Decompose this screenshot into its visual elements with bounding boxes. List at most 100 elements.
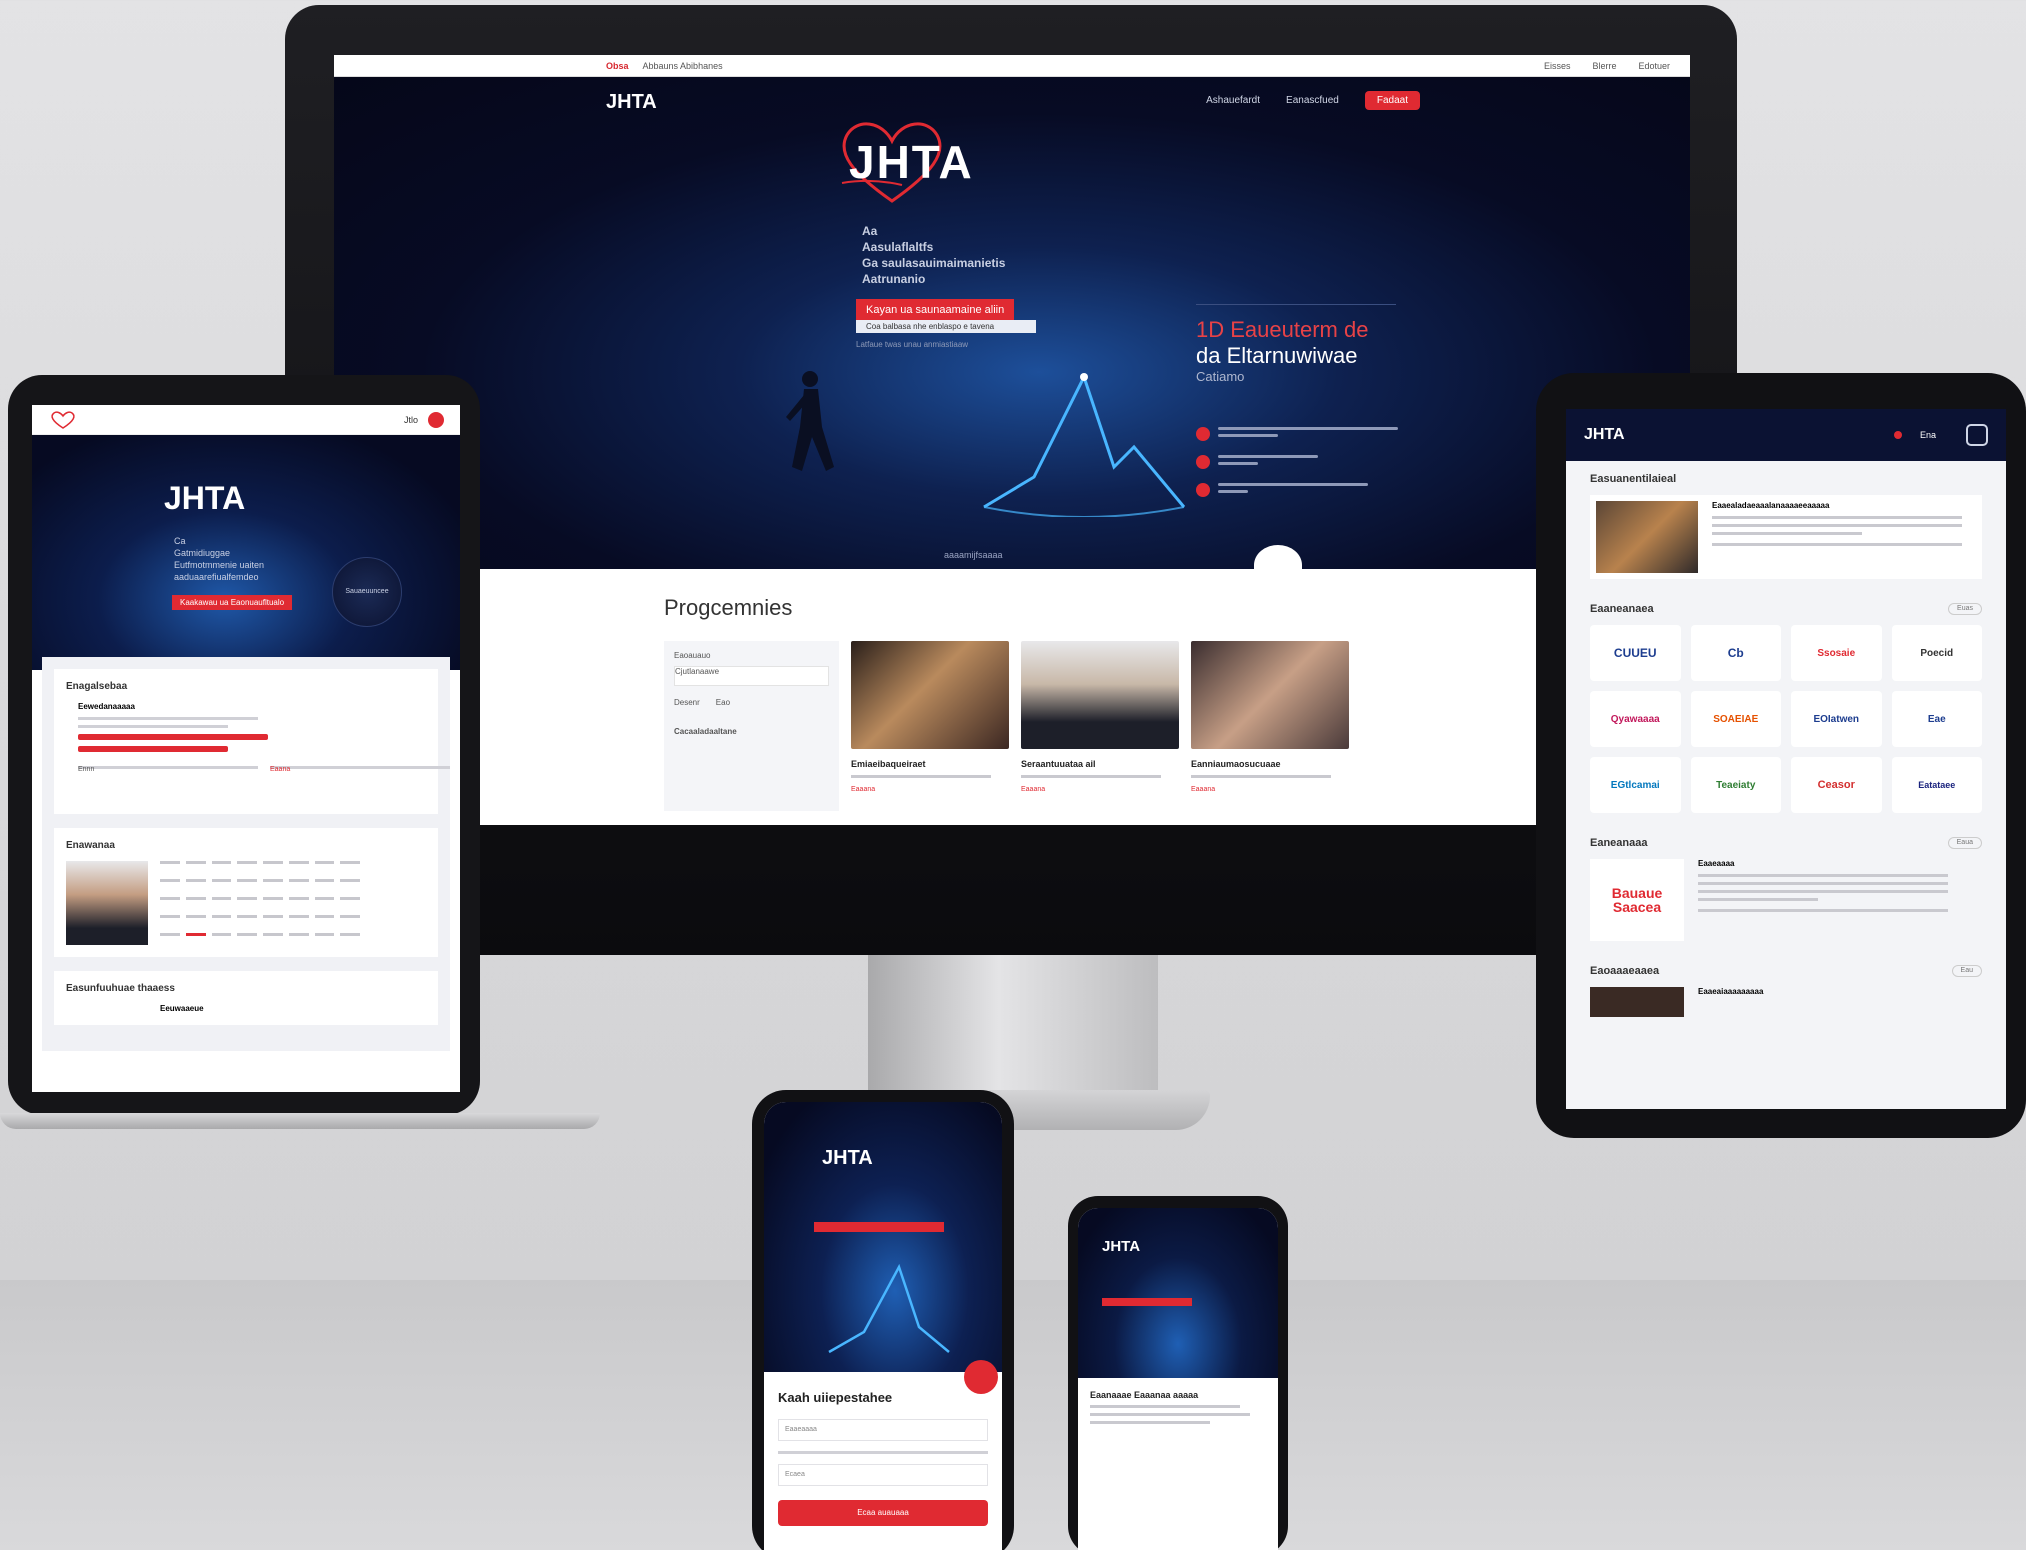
partner-logo[interactable]: Eatataee bbox=[1891, 757, 1982, 813]
partner-logo[interactable]: Poecid bbox=[1891, 625, 1982, 681]
topbar-link-2[interactable]: Blerre bbox=[1592, 61, 1616, 71]
event-tag bbox=[1698, 909, 1948, 912]
left-tablet-section: Enawanaa bbox=[54, 828, 438, 957]
avatar[interactable] bbox=[428, 411, 444, 428]
programme-card[interactable]: Seraantuuataa ail Eaaana bbox=[1021, 641, 1179, 811]
subtitle-line: Ca bbox=[174, 536, 186, 546]
scroll-badge[interactable] bbox=[1254, 545, 1302, 569]
programme-photo bbox=[851, 641, 1009, 749]
nav-item-1[interactable]: Ashauefardt bbox=[1206, 95, 1260, 106]
doc-card[interactable]: Eaaeaiaaaaaaaaa bbox=[1590, 987, 1982, 1017]
programme-link[interactable]: Eaaana bbox=[851, 786, 1009, 793]
programme-card[interactable]: Eanniaumaosucuaae Eaaana bbox=[1191, 641, 1349, 811]
programme-link[interactable]: Eaaana bbox=[1191, 786, 1349, 793]
hero-right-title-red: 1D Eaueuterm de bbox=[1196, 317, 1369, 342]
partner-logo[interactable]: SOAEIAE bbox=[1690, 691, 1781, 747]
programme-name: Eanniaumaosucuaae bbox=[1191, 759, 1281, 769]
nav-item-2[interactable]: Eanascfued bbox=[1286, 95, 1339, 106]
monitor-chin bbox=[334, 827, 1690, 855]
topbar-brand[interactable]: Obsa bbox=[606, 61, 629, 71]
topbar-breadcrumb[interactable]: Abbauns Abibhanes bbox=[643, 61, 723, 71]
section-title: Eaaneanaea Euas bbox=[1590, 603, 1982, 615]
partner-logo[interactable]: EOIatwen bbox=[1791, 691, 1882, 747]
partner-logo[interactable]: CUUEU bbox=[1590, 625, 1681, 681]
site-logo[interactable]: JHTA bbox=[606, 91, 657, 114]
left-tablet: Jtlo JHTA Ca Gatmidiuggae Eutfmotmmenie … bbox=[8, 375, 480, 1115]
event-card[interactable]: Bauaue Saacea Eaaeaaaa bbox=[1590, 859, 1982, 941]
section-meta[interactable]: Eaana bbox=[270, 766, 450, 773]
phone-small-body: Eaanaaae Eaaanaa aaaaa bbox=[1078, 1378, 1278, 1436]
programme-photo bbox=[1021, 641, 1179, 749]
bullet-dot-icon bbox=[1196, 427, 1210, 441]
filter-footer: Cacaaladaaltane bbox=[674, 727, 737, 736]
bar-label[interactable]: Ena bbox=[1920, 430, 1936, 440]
monitor-stand bbox=[868, 955, 1158, 1105]
section-title: Eaoaaaeaaea Eau bbox=[1590, 965, 1982, 977]
desktop-topbar: Obsa Abbauns Abibhanes Eisses Blerre Edo… bbox=[334, 55, 1690, 77]
filter-price-a[interactable]: Desenr bbox=[674, 698, 700, 707]
filter-option[interactable]: Cjutlanaawe bbox=[674, 666, 829, 686]
left-tablet-bar: Jtlo bbox=[32, 405, 460, 435]
hero-right-title-white: da Eltarnuwiwae bbox=[1196, 343, 1358, 368]
section-title: Enagalsebaa bbox=[66, 681, 128, 692]
doc-item-title: Eaaeaiaaaaaaaaa bbox=[1698, 987, 1764, 996]
events-title: Eaneanaaa bbox=[1590, 837, 1648, 849]
phone-badge[interactable] bbox=[964, 1360, 998, 1394]
partner-logo[interactable]: Ssosaie bbox=[1791, 625, 1882, 681]
form-field[interactable]: Eaaeaaaa bbox=[778, 1419, 988, 1441]
hero-subtitle-line: Aatrunanio bbox=[862, 272, 926, 286]
partner-logo[interactable]: EGtlcamai bbox=[1590, 757, 1681, 813]
profile-photo bbox=[66, 861, 148, 945]
form-title: Kaah uiiepestahee bbox=[778, 1390, 893, 1405]
subtitle-line: aaduaarefiualfemdeo bbox=[174, 572, 259, 582]
left-tablet-bar-label[interactable]: Jtlo bbox=[404, 415, 418, 425]
desktop-screen: Obsa Abbauns Abibhanes Eisses Blerre Edo… bbox=[334, 55, 1690, 825]
hero-subtitle-line: Aa bbox=[862, 224, 878, 238]
partner-logo[interactable]: Teaeiaty bbox=[1690, 757, 1781, 813]
news-tag bbox=[1712, 543, 1962, 546]
partner-logo[interactable]: Ceasor bbox=[1791, 757, 1882, 813]
events-pill[interactable]: Eaua bbox=[1947, 837, 1982, 849]
partner-logo[interactable]: Eae bbox=[1891, 691, 1982, 747]
right-tablet-logo[interactable]: JHTA bbox=[1584, 426, 1625, 444]
phone-small-heading: Eaanaaae Eaaanaa aaaaa bbox=[1090, 1390, 1199, 1400]
section-title: Eaneanaaa Eaua bbox=[1590, 837, 1982, 849]
partner-logo[interactable]: Cb bbox=[1690, 625, 1781, 681]
partners-section: Eaaneanaea Euas CUUEU Cb Ssosaie Poecid … bbox=[1566, 591, 2006, 825]
phone-small-screen: JHTA Eaanaaae Eaaanaa aaaaa bbox=[1078, 1208, 1278, 1550]
hero-caption: Latfaue twas unau anmiastiaaw bbox=[856, 340, 969, 349]
desktop-monitor: Obsa Abbauns Abibhanes Eisses Blerre Edo… bbox=[285, 5, 1737, 955]
heart-logo-icon[interactable] bbox=[48, 410, 78, 430]
hero-bullet bbox=[1196, 455, 1436, 469]
partners-pill[interactable]: Euas bbox=[1948, 603, 1982, 615]
partner-logo[interactable]: Qyawaaaa bbox=[1590, 691, 1681, 747]
nav-cta-button[interactable]: Fadaat bbox=[1364, 91, 1420, 110]
programme-card[interactable]: Emiaeibaqueiraet Eaaana bbox=[851, 641, 1009, 811]
submit-button[interactable]: Ecaa auauaaa bbox=[778, 1500, 988, 1526]
section-title: Easunfuuhuae thaaess bbox=[66, 983, 175, 994]
phone-small-hero: JHTA bbox=[1078, 1208, 1278, 1378]
hero-nav: Ashauefardt Eanascfued Fadaat bbox=[1206, 91, 1420, 110]
topbar-link-3[interactable]: Edotuer bbox=[1638, 61, 1670, 71]
section-item: Eeuwaaeue bbox=[160, 1004, 204, 1013]
hero-bullet bbox=[1196, 483, 1436, 497]
phone-main-screen: JHTA Kaah uiiepestahee Eaaeaaaa Ecaea Ec… bbox=[764, 1102, 1002, 1550]
docs-section: Eaoaaaeaaea Eau Eaaeaiaaaaaaaaa bbox=[1566, 953, 2006, 1029]
right-tablet: JHTA Ena Easuanentilaieal Eaaealadaeaaal… bbox=[1536, 373, 2026, 1138]
laptop-base bbox=[0, 1113, 600, 1129]
filter-price-b[interactable]: Eao bbox=[716, 698, 730, 707]
bullet-dot-icon bbox=[1196, 455, 1210, 469]
programme-name: Seraantuuataa ail bbox=[1021, 759, 1096, 769]
topbar-link-1[interactable]: Eisses bbox=[1544, 61, 1571, 71]
left-tablet-subtitle: Ca Gatmidiuggae Eutfmotmmenie uaiten aad… bbox=[174, 535, 294, 583]
phone-main-banner bbox=[814, 1222, 944, 1232]
mountain-graph-icon bbox=[983, 373, 1186, 517]
programme-link[interactable]: Eaaana bbox=[1021, 786, 1179, 793]
docs-pill[interactable]: Eau bbox=[1951, 965, 1982, 977]
hero-bullet-list bbox=[1196, 427, 1436, 511]
news-item[interactable]: Eaaealadaeaaalanaaaaeeaaaaa bbox=[1590, 495, 1982, 579]
right-tablet-screen: JHTA Ena Easuanentilaieal Eaaealadaeaaal… bbox=[1566, 409, 2006, 1109]
form-field[interactable]: Ecaea bbox=[778, 1464, 988, 1486]
doc-image bbox=[1590, 987, 1684, 1017]
menu-icon[interactable] bbox=[1966, 424, 1988, 446]
